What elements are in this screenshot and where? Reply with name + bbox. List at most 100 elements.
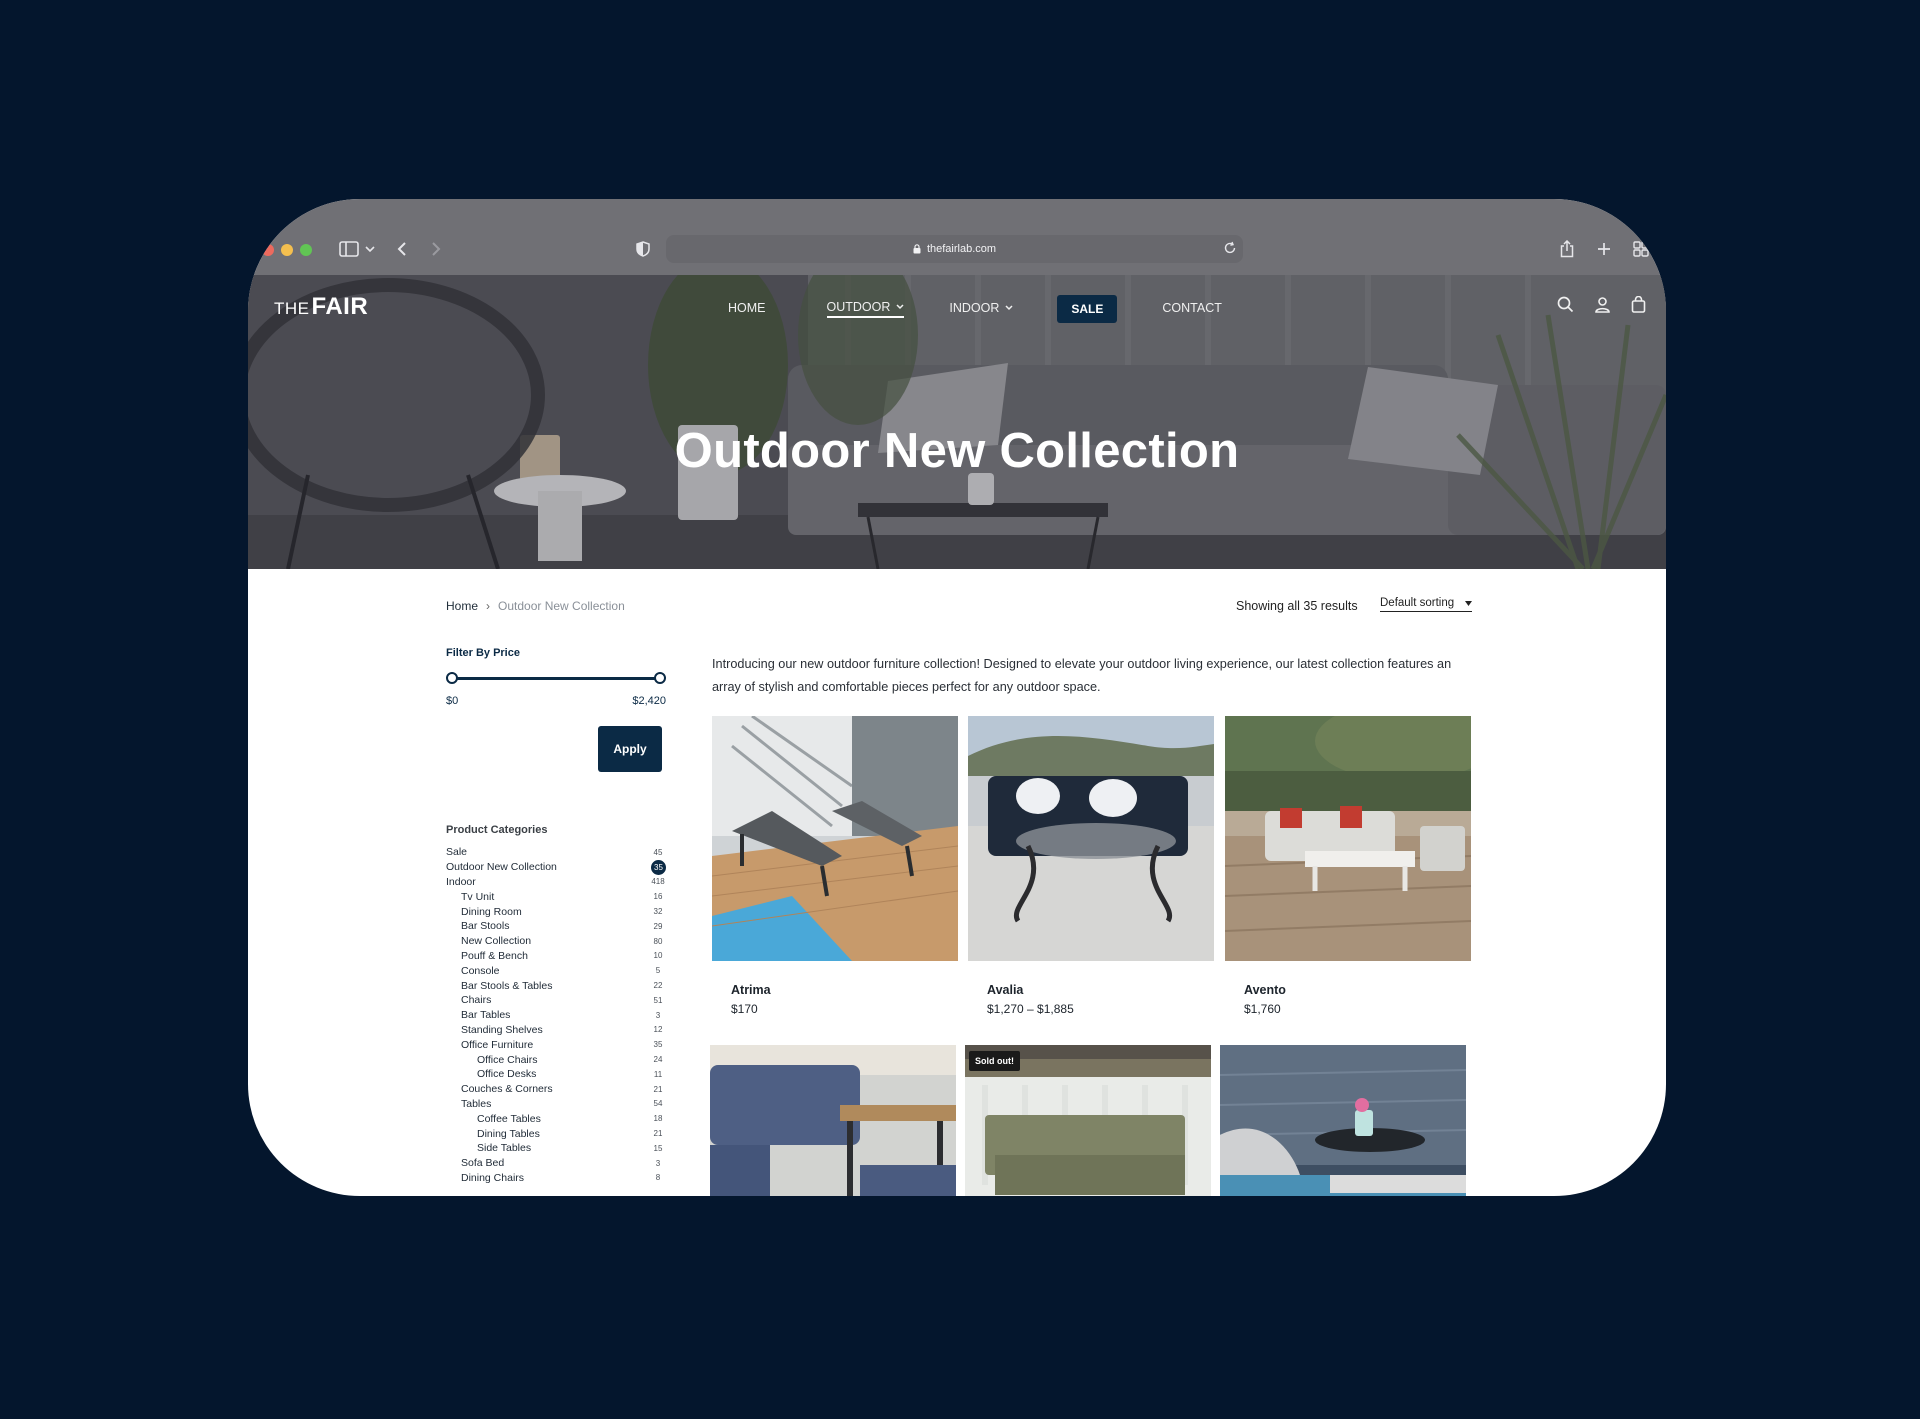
breadcrumb-separator: › [486,599,491,613]
minimize-window-button[interactable] [281,244,293,256]
chevron-down-icon [1005,305,1013,311]
category-item[interactable]: Bar Stools 29 [446,919,666,934]
product-image[interactable] [710,1045,956,1196]
category-item[interactable]: Pouff & Bench 10 [446,949,666,964]
category-item[interactable]: Office Desks 11 [446,1067,666,1082]
category-count: 10 [653,951,663,961]
new-tab-icon[interactable] [1596,237,1612,261]
apply-button[interactable]: Apply [598,726,662,772]
reload-icon[interactable] [1223,241,1237,255]
cart-icon[interactable] [1631,295,1646,318]
back-icon[interactable] [395,237,409,261]
product-card[interactable]: Sold out! [965,1045,1211,1196]
category-item[interactable]: Bar Stools & Tables 22 [446,978,666,993]
category-count: 51 [653,995,663,1005]
page-title: Outdoor New Collection [674,424,1240,478]
category-label: Office Chairs [477,1053,538,1066]
forward-icon[interactable] [429,237,443,261]
category-item[interactable]: Standing Shelves 12 [446,1023,666,1038]
product-price: $170 [731,1002,758,1016]
hero-banner: THEFAIR HOME OUTDOOR INDOOR SALE CONTACT [248,275,1666,569]
category-count: 35 [653,1040,663,1050]
product-name[interactable]: Atrima [731,983,958,997]
product-image[interactable] [712,716,958,961]
price-slider-max-handle[interactable] [654,672,666,684]
zoom-window-button[interactable] [300,244,312,256]
category-count: 18 [653,1114,663,1124]
sort-select[interactable]: Default sorting [1380,597,1472,612]
product-image-atrima [712,716,958,961]
product-image-avento [1225,716,1471,961]
share-icon[interactable] [1559,237,1575,261]
collection-intro: Introducing our new outdoor furniture co… [712,657,1452,694]
product-card[interactable]: Avento $1,760 [1225,716,1471,1016]
nav-home[interactable]: HOME [728,301,766,317]
product-name[interactable]: Avalia [987,983,1214,997]
category-item[interactable]: New Collection 80 [446,934,666,949]
category-count: 35 [651,859,666,875]
search-icon[interactable] [1557,296,1574,318]
category-count: 16 [653,892,663,902]
product-card[interactable] [1220,1045,1466,1196]
product-image-sea-view [1220,1045,1466,1196]
chevron-down-icon [896,304,904,310]
category-item[interactable]: Indoor 418 [446,875,666,890]
main-nav: HOME OUTDOOR INDOOR SALE CONTACT [728,295,1222,323]
category-item[interactable]: Dining Chairs 8 [446,1171,666,1186]
price-slider-min-handle[interactable] [446,672,458,684]
category-label: Sofa Bed [461,1157,505,1170]
category-label: Dining Room [461,905,522,918]
category-list: Sale 45 Outdoor New Collection 35 Indoor 418 T… [446,845,666,1185]
category-item[interactable]: Office Chairs 24 [446,1052,666,1067]
product-price: $1,270 – $1,885 [987,1002,1074,1016]
sold-out-badge: Sold out! [969,1051,1020,1071]
category-item[interactable]: Office Furniture 35 [446,1037,666,1052]
category-item[interactable]: Dining Tables 21 [446,1126,666,1141]
category-count: 80 [653,936,663,946]
category-item[interactable]: Couches & Corners 21 [446,1082,666,1097]
product-name[interactable]: Avento [1244,983,1471,997]
category-item[interactable]: Bar Tables 3 [446,1008,666,1023]
product-image[interactable] [968,716,1214,961]
site-logo[interactable]: THEFAIR [274,293,368,321]
category-count: 21 [653,1084,663,1094]
category-count: 29 [653,921,663,931]
account-icon[interactable] [1594,296,1611,318]
privacy-shield-icon[interactable] [635,237,651,261]
product-card[interactable]: Avalia $1,270 – $1,885 [968,716,1214,1016]
nav-contact[interactable]: CONTACT [1162,301,1222,317]
category-label: Tv Unit [461,890,495,903]
product-card[interactable] [710,1045,956,1196]
category-label: Pouff & Bench [461,949,528,962]
logo-fair: FAIR [311,293,369,320]
category-label: Side Tables [477,1142,532,1155]
sidebar-toggle-icon[interactable] [338,237,360,261]
breadcrumb-home[interactable]: Home [446,599,478,613]
category-item[interactable]: Tables 54 [446,1097,666,1112]
category-label: Office Furniture [461,1038,534,1051]
breadcrumb-current: Outdoor New Collection [498,599,625,613]
category-item[interactable]: Sale 45 [446,845,666,860]
product-image[interactable]: Sold out! [965,1045,1211,1196]
category-item[interactable]: Console 5 [446,963,666,978]
product-card[interactable]: Atrima $170 [712,716,958,1016]
nav-sale-button[interactable]: SALE [1057,295,1118,323]
browser-window: thefairlab.com THEFAIR HOME OUTDOOR INDO… [248,199,1666,1196]
tab-overview-icon[interactable] [1633,237,1649,261]
chevron-down-icon[interactable] [364,237,376,261]
category-item[interactable]: Coffee Tables 18 [446,1111,666,1126]
category-item[interactable]: Dining Room 32 [446,904,666,919]
close-window-button[interactable] [262,244,274,256]
price-slider-track [452,677,660,680]
price-slider[interactable] [446,671,666,685]
category-item[interactable]: Sofa Bed 3 [446,1156,666,1171]
product-image[interactable] [1220,1045,1466,1196]
category-item[interactable]: Tv Unit 16 [446,889,666,904]
nav-indoor[interactable]: INDOOR [949,301,1013,317]
category-item[interactable]: Chairs 51 [446,993,666,1008]
product-image[interactable] [1225,716,1471,961]
category-item[interactable]: Side Tables 15 [446,1141,666,1156]
nav-outdoor[interactable]: OUTDOOR [826,300,905,318]
category-item[interactable]: Outdoor New Collection 35 [446,859,666,875]
address-bar[interactable]: thefairlab.com [666,235,1243,263]
